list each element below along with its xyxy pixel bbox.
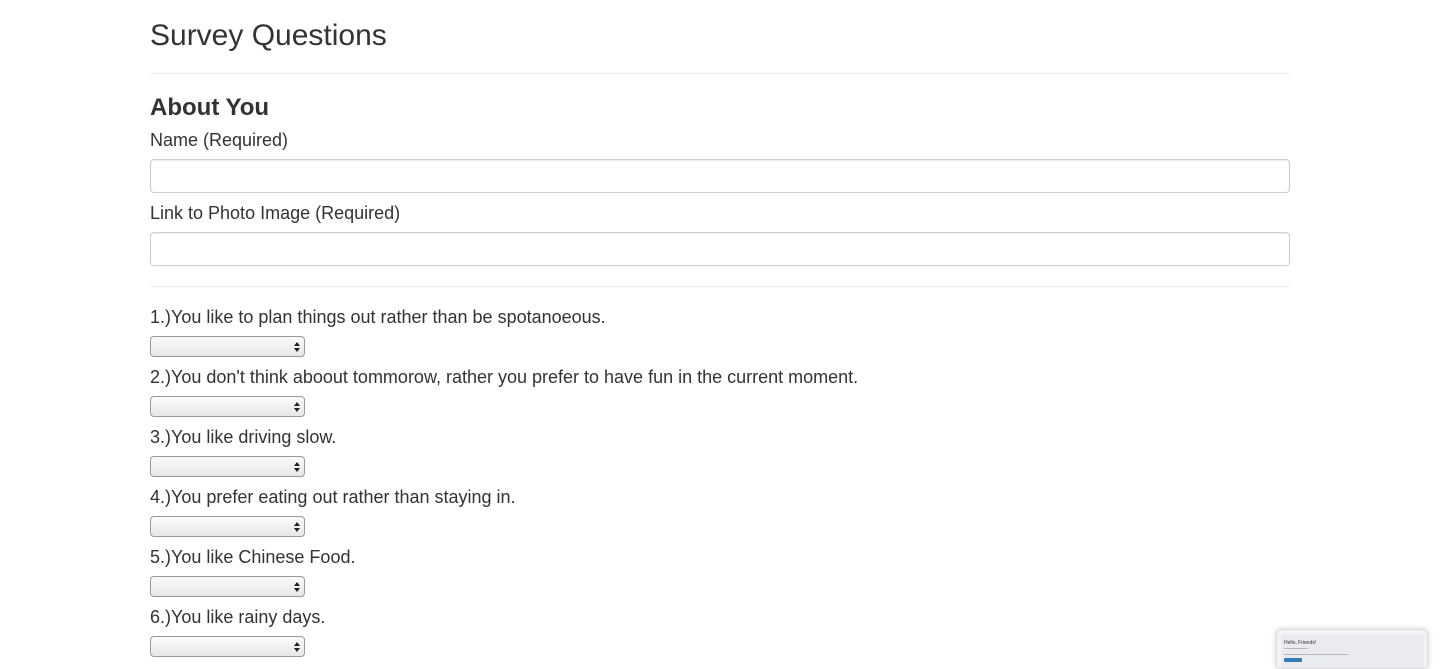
question-1-select[interactable] [150, 336, 305, 357]
question-4-select[interactable] [150, 516, 305, 537]
name-label: Name (Required) [150, 130, 289, 150]
header-divider [150, 73, 1290, 74]
thumbnail-page: Hello, Friends! [1281, 634, 1424, 668]
about-you-heading: About You [150, 94, 270, 121]
question-label: 2.)You don't think aboout tommorow, rath… [150, 367, 859, 387]
page-preview-thumbnail[interactable]: Hello, Friends! [1276, 629, 1428, 669]
thumbnail-button [1284, 658, 1302, 662]
question-label: 5.)You like Chinese Food. [150, 547, 356, 567]
select-arrows-icon [294, 342, 300, 352]
select-arrows-icon [294, 402, 300, 412]
question-1: 1.)You like to plan things out rather th… [150, 306, 1290, 366]
select-arrows-icon [294, 462, 300, 472]
question-4: 4.)You prefer eating out rather than sta… [150, 486, 1290, 546]
thumbnail-text-line [1284, 648, 1308, 649]
photo-link-input[interactable] [150, 232, 1290, 266]
photo-link-label: Link to Photo Image (Required) [150, 203, 401, 223]
name-input[interactable] [150, 159, 1290, 193]
question-5: 5.)You like Chinese Food. [150, 546, 1290, 606]
question-2-select[interactable] [150, 396, 305, 417]
question-6: 6.)You like rainy days. [150, 606, 1290, 666]
select-arrows-icon [294, 642, 300, 652]
question-label: 1.)You like to plan things out rather th… [150, 307, 606, 327]
question-3-select[interactable] [150, 456, 305, 477]
select-arrows-icon [294, 522, 300, 532]
select-arrows-icon [294, 582, 300, 592]
question-3: 3.)You like driving slow. [150, 426, 1290, 486]
question-2: 2.)You don't think aboout tommorow, rath… [150, 366, 1290, 426]
page-title: Survey Questions [150, 19, 387, 52]
section-divider [150, 286, 1290, 287]
question-5-select[interactable] [150, 576, 305, 597]
thumbnail-text-line [1284, 654, 1348, 655]
question-label: 3.)You like driving slow. [150, 427, 337, 447]
question-label: 4.)You prefer eating out rather than sta… [150, 487, 516, 507]
question-6-select[interactable] [150, 636, 305, 657]
thumbnail-title: Hello, Friends! [1284, 640, 1317, 646]
question-label: 6.)You like rainy days. [150, 607, 326, 627]
